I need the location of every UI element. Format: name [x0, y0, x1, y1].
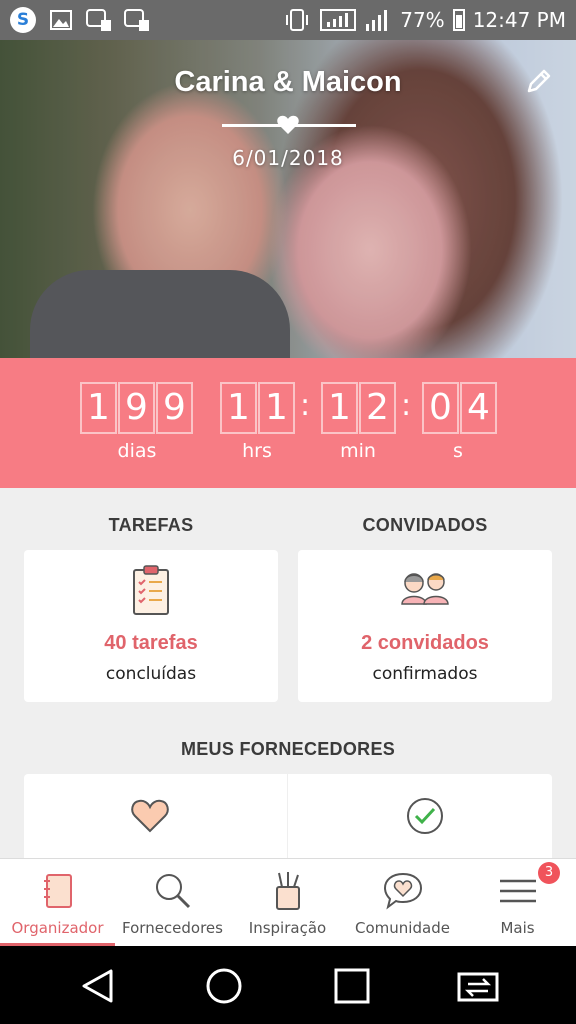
checkmark-circle-icon: [407, 798, 443, 834]
vendors-hired-card[interactable]: [288, 774, 552, 864]
countdown-digit: 1: [80, 382, 117, 434]
heart-outline-icon: [131, 799, 169, 833]
status-bar: S 77% 12:47 PM: [0, 0, 576, 40]
nav-organizador[interactable]: Organizador: [0, 859, 115, 947]
countdown-separator: :: [401, 388, 412, 423]
nav-label: Comunidade: [355, 919, 450, 937]
sim1-icon: [86, 8, 112, 32]
couple-name: Carina & Maicon: [174, 66, 402, 98]
nav-comunidade[interactable]: Comunidade: [345, 859, 460, 947]
image-icon: [48, 8, 74, 32]
clipboard-checklist-icon: [133, 565, 169, 615]
tasks-status: concluídas: [105, 664, 197, 684]
tasks-card[interactable]: 40 tarefas concluídas: [24, 550, 278, 702]
countdown-label-days: dias: [117, 440, 157, 462]
pencil-cup-icon: [275, 872, 300, 910]
vendors-favorites-card[interactable]: [24, 774, 287, 864]
bottom-navigation: Organizador Fornecedores Inspiração Comu…: [0, 858, 576, 947]
menu-icon: [499, 879, 536, 903]
nav-label: Fornecedores: [122, 919, 223, 937]
countdown-separator: :: [300, 388, 311, 423]
chat-heart-icon: [383, 872, 422, 910]
countdown-digit: 1: [321, 382, 358, 434]
signal-box-icon: [320, 9, 357, 31]
edit-pencil-icon[interactable]: [524, 66, 554, 96]
nav-label: Organizador: [11, 919, 104, 937]
battery-percent: 77%: [400, 8, 445, 32]
vendors-title: MEUS FORNECEDORES: [180, 739, 396, 759]
nav-inspiracao[interactable]: Inspiração: [230, 859, 345, 947]
countdown-digit: 0: [422, 382, 459, 434]
wedding-date: 6/01/2018: [232, 146, 344, 170]
countdown-digit: 9: [156, 382, 193, 434]
vibrate-icon: [286, 9, 309, 31]
notebook-icon: [43, 874, 72, 908]
guests-card[interactable]: 2 convidados confirmados: [298, 550, 552, 702]
countdown-digit: 2: [359, 382, 396, 434]
system-navigation-bar: [0, 946, 576, 1024]
skype-icon: S: [10, 7, 36, 33]
heart-icon: [277, 115, 299, 134]
clock: 12:47 PM: [472, 8, 566, 32]
nav-label: Mais: [500, 919, 535, 937]
tasks-title: TAREFAS: [108, 515, 194, 535]
recent-apps-icon[interactable]: [332, 966, 372, 1006]
guests-title: CONVIDADOS: [362, 515, 488, 535]
dual-window-icon[interactable]: [456, 966, 500, 1006]
nav-fornecedores[interactable]: Fornecedores: [115, 859, 230, 947]
countdown-digit: 4: [460, 382, 497, 434]
search-icon: [155, 874, 190, 909]
guests-count: 2 convidados: [361, 632, 489, 654]
countdown-panel: 1 9 9 1 1 : 1 2 : 0 4 dias hrs min s: [0, 358, 576, 488]
back-icon[interactable]: [78, 966, 118, 1006]
guests-couple-icon: [401, 573, 449, 605]
home-icon[interactable]: [204, 966, 244, 1006]
guests-status: confirmados: [372, 664, 478, 684]
countdown-digit: 1: [220, 382, 257, 434]
couple-photo: Carina & Maicon 6/01/2018: [0, 40, 576, 358]
countdown-digit: 9: [118, 382, 155, 434]
sim2-icon: [124, 8, 150, 32]
tasks-count: 40 tarefas: [104, 632, 198, 654]
countdown-label-hours: hrs: [242, 440, 272, 462]
battery-icon: [452, 9, 465, 31]
nav-label: Inspiração: [248, 919, 327, 937]
countdown-label-minutes: min: [340, 440, 376, 462]
cellular-signal-icon: [366, 10, 388, 31]
notification-badge: 3: [538, 862, 560, 884]
countdown-digit: 1: [258, 382, 295, 434]
countdown-label-seconds: s: [453, 440, 463, 462]
